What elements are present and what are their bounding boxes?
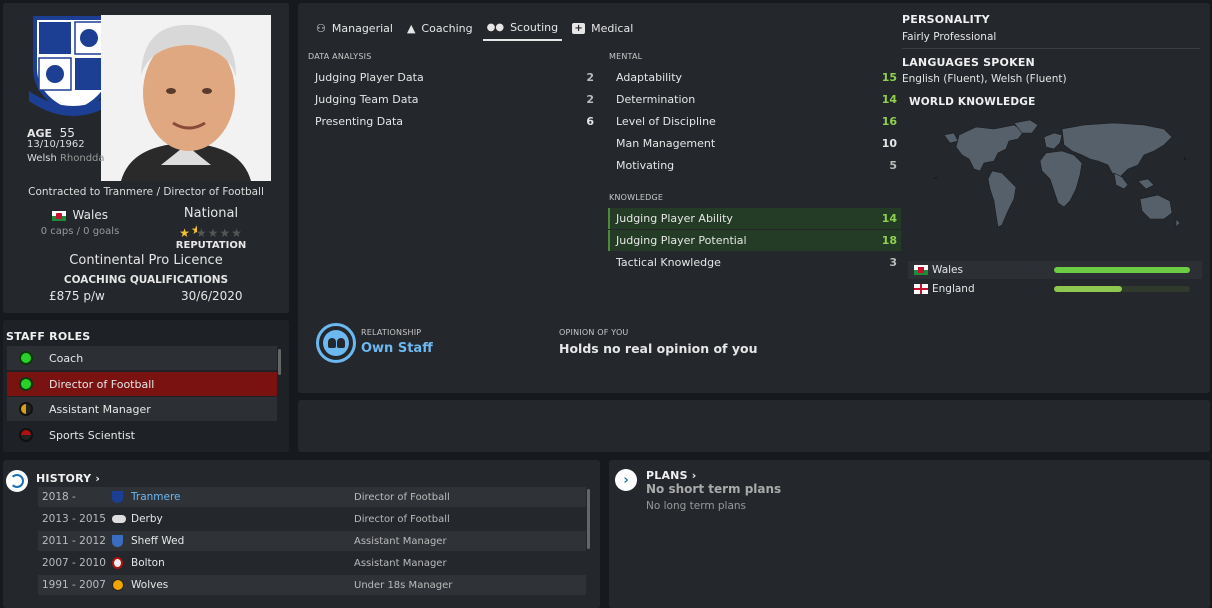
tab-bar: ⚇ Managerial ▲ Coaching ●● Scouting + Me… bbox=[312, 15, 637, 41]
role-label: Sports Scientist bbox=[49, 428, 135, 442]
wales-flag-icon bbox=[914, 265, 928, 275]
role-label: Assistant Manager bbox=[49, 402, 151, 416]
history-row[interactable]: 2011 - 2012 Sheff Wed Assistant Manager bbox=[38, 531, 586, 551]
role-row[interactable]: Coach bbox=[7, 346, 277, 370]
role-row[interactable]: Sports Scientist bbox=[7, 423, 277, 447]
plans-icon: › bbox=[615, 469, 637, 491]
green-status-icon bbox=[19, 351, 33, 365]
opinion-value: Holds no real opinion of you bbox=[559, 341, 758, 356]
knowledge-bar-fill bbox=[1054, 267, 1190, 273]
history-row[interactable]: 2018 - Tranmere Director of Football bbox=[38, 487, 586, 507]
attr-row[interactable]: Level of Discipline 16 bbox=[608, 111, 901, 132]
staff-roles-list: Coach Director of Football Assistant Man… bbox=[7, 346, 277, 450]
country-name: England bbox=[932, 283, 975, 295]
medical-icon: + bbox=[572, 22, 586, 34]
role-label: Coach bbox=[49, 351, 84, 365]
qualifications-label: COACHING QUALIFICATIONS bbox=[63, 274, 229, 286]
opinion-label: OPINION OF YOU bbox=[559, 328, 629, 337]
world-knowledge-title: WORLD KNOWLEDGE bbox=[909, 96, 1036, 108]
attr-row[interactable]: Adaptability 15 bbox=[608, 67, 901, 88]
plans-title[interactable]: PLANS › bbox=[646, 469, 696, 482]
staff-roles-scrollbar[interactable] bbox=[278, 349, 281, 375]
history-panel: HISTORY › 2018 - Tranmere Director of Fo… bbox=[3, 460, 600, 608]
personality-title: PERSONALITY bbox=[902, 13, 990, 26]
red-status-icon bbox=[19, 428, 33, 442]
age-value: 55 bbox=[59, 126, 75, 140]
attributes-panel: ⚇ Managerial ▲ Coaching ●● Scouting + Me… bbox=[298, 3, 1210, 393]
attr-row[interactable]: Tactical Knowledge 3 bbox=[608, 252, 901, 273]
country-name: Wales bbox=[932, 264, 963, 276]
short-term-plans: No short term plans bbox=[646, 482, 782, 496]
history-row[interactable]: 2007 - 2010 Bolton Assistant Manager bbox=[38, 553, 586, 573]
club-badge-icon bbox=[112, 515, 126, 523]
reputation-stars: ★★★★★★ bbox=[179, 223, 243, 240]
role-label: Director of Football bbox=[49, 377, 155, 391]
relationship-value: Own Staff bbox=[361, 341, 433, 356]
role-row[interactable]: Director of Football bbox=[7, 372, 277, 396]
club-badge-icon bbox=[112, 491, 123, 503]
club-badge-icon bbox=[112, 579, 124, 591]
club-badge-icon bbox=[112, 535, 123, 547]
binoculars-icon: ●● bbox=[486, 21, 505, 33]
history-row[interactable]: 2013 - 2015 Derby Director of Football bbox=[38, 509, 586, 529]
tab-coaching[interactable]: ▲ Coaching bbox=[403, 15, 477, 41]
dob: 13/10/1962 bbox=[27, 139, 85, 150]
contract-text: Contracted to Tranmere / Director of Foo… bbox=[28, 186, 264, 198]
history-row[interactable]: 1991 - 2007 Wolves Under 18s Manager bbox=[38, 575, 586, 595]
wales-flag-icon bbox=[52, 211, 67, 221]
tab-managerial[interactable]: ⚇ Managerial bbox=[312, 15, 397, 41]
contract-end: 30/6/2020 bbox=[181, 289, 243, 303]
staff-roles-panel: STAFF ROLES Coach Director of Football A… bbox=[3, 320, 289, 452]
personality-value: Fairly Professional bbox=[902, 31, 997, 43]
licence-text: Continental Pro Licence bbox=[69, 253, 223, 268]
caps-goals: 0 caps / 0 goals bbox=[40, 226, 120, 237]
tab-medical[interactable]: + Medical bbox=[568, 15, 637, 41]
tab-scouting[interactable]: ●● Scouting bbox=[482, 15, 563, 41]
attr-row[interactable]: Determination 14 bbox=[608, 89, 901, 110]
mental-title: MENTAL bbox=[609, 52, 643, 61]
languages-value: English (Fluent), Welsh (Fluent) bbox=[902, 73, 1067, 85]
reputation-level: National bbox=[183, 206, 239, 221]
country-row[interactable]: England bbox=[908, 280, 1202, 298]
history-title[interactable]: HISTORY › bbox=[36, 472, 100, 485]
green-status-icon bbox=[19, 377, 33, 391]
knowledge-bar-fill bbox=[1054, 286, 1122, 292]
relationship-label: RELATIONSHIP bbox=[361, 328, 422, 337]
relationship-icon bbox=[316, 323, 356, 363]
wage: £875 p/w bbox=[49, 289, 105, 303]
languages-title: LANGUAGES SPOKEN bbox=[902, 56, 1035, 69]
divider bbox=[902, 48, 1200, 49]
knowledge-bar bbox=[1054, 286, 1190, 292]
half-status-icon bbox=[19, 402, 33, 416]
attr-row-highlighted[interactable]: Judging Player Potential 18 bbox=[608, 230, 901, 251]
reputation-label: REPUTATION bbox=[175, 240, 247, 248]
history-scrollbar[interactable] bbox=[587, 489, 590, 549]
profile-panel: AGE 55 13/10/1962 Welsh Rhondda Contract… bbox=[3, 3, 289, 313]
staff-roles-title: STAFF ROLES bbox=[6, 330, 91, 343]
country-row[interactable]: Wales bbox=[908, 261, 1202, 279]
attr-row[interactable]: Man Management 10 bbox=[608, 133, 901, 154]
england-flag-icon bbox=[914, 284, 928, 294]
knowledge-bar bbox=[1054, 267, 1190, 273]
long-term-plans: No long term plans bbox=[646, 500, 747, 512]
history-icon bbox=[6, 470, 28, 492]
managerial-icon: ⚇ bbox=[316, 21, 326, 35]
empty-panel bbox=[298, 400, 1210, 452]
plans-panel: › PLANS › No short term plans No long te… bbox=[609, 460, 1210, 608]
nation-name[interactable]: Wales bbox=[73, 208, 108, 222]
attr-row[interactable]: Judging Team Data 2 bbox=[308, 89, 598, 110]
knowledge-title: KNOWLEDGE bbox=[609, 193, 664, 202]
attr-row-highlighted[interactable]: Judging Player Ability 14 bbox=[608, 208, 901, 229]
attr-row[interactable]: Presenting Data 6 bbox=[308, 111, 598, 132]
role-row[interactable]: Assistant Manager bbox=[7, 397, 277, 421]
coaching-icon: ▲ bbox=[406, 21, 416, 35]
data-analysis-title: DATA ANALYSIS bbox=[308, 52, 372, 61]
nationality: Welsh bbox=[27, 153, 57, 164]
club-badge-icon bbox=[112, 557, 123, 569]
birthplace: Rhondda bbox=[59, 153, 105, 164]
staff-photo bbox=[101, 15, 271, 181]
world-map[interactable] bbox=[914, 115, 1200, 255]
attr-row[interactable]: Motivating 5 bbox=[608, 155, 901, 176]
attr-row[interactable]: Judging Player Data 2 bbox=[308, 67, 598, 88]
